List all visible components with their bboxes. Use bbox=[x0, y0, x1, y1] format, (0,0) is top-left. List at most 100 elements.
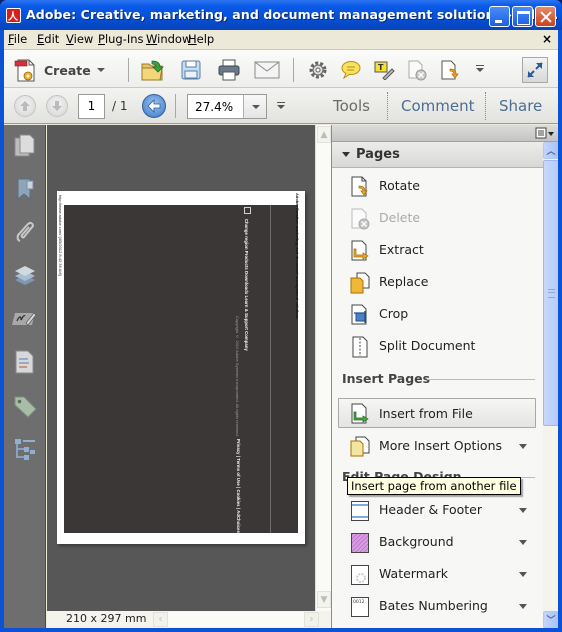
minimize-button[interactable] bbox=[489, 6, 510, 27]
more-navigation-icon[interactable] bbox=[277, 102, 285, 110]
window-title: Adobe: Creative, marketing, and document… bbox=[26, 7, 559, 22]
email-button[interactable] bbox=[254, 57, 280, 83]
tool-replace[interactable]: Replace bbox=[338, 268, 536, 296]
pages-section-header[interactable]: Pages bbox=[332, 142, 543, 168]
scroll-up-arrow[interactable]: ▲ bbox=[317, 126, 331, 143]
tool-crop[interactable]: Crop bbox=[338, 300, 536, 328]
rotate-pages-button[interactable] bbox=[437, 57, 463, 83]
menu-mnemonic: P bbox=[98, 32, 105, 46]
crop-icon bbox=[351, 304, 367, 325]
zoom-combobox[interactable]: 27.4% bbox=[187, 94, 267, 119]
close-button[interactable] bbox=[535, 6, 556, 27]
tool-extract[interactable]: Extract bbox=[338, 236, 536, 264]
menu-view[interactable]: View bbox=[66, 32, 93, 46]
menu-edit[interactable]: Edit bbox=[37, 32, 59, 46]
open-button[interactable] bbox=[140, 57, 166, 83]
typewriter-icon: T bbox=[374, 61, 395, 80]
more-insert-icon bbox=[350, 436, 370, 457]
chevron-down-icon[interactable] bbox=[519, 508, 527, 513]
go-back-view-button[interactable] bbox=[142, 94, 166, 118]
create-button[interactable]: Create bbox=[14, 56, 105, 84]
chevron-down-icon[interactable] bbox=[519, 540, 527, 545]
model-tree-icon bbox=[15, 439, 35, 460]
tool-more-insert-options[interactable]: More Insert Options bbox=[338, 432, 536, 460]
content-button[interactable] bbox=[12, 349, 38, 375]
zoom-dropdown-button[interactable] bbox=[243, 95, 266, 118]
previous-page-button[interactable] bbox=[14, 95, 36, 117]
menu-plug-ins[interactable]: Plug-Ins bbox=[98, 32, 144, 46]
comment-button[interactable] bbox=[338, 57, 364, 83]
scroll-thumb[interactable] bbox=[543, 160, 558, 426]
document-view[interactable]: http://www.adobe.com/ [4/5/2012 8:42:36 … bbox=[47, 125, 315, 611]
print-button[interactable] bbox=[216, 57, 242, 83]
tools-pane-scrollbar[interactable]: ︿ ﹀ bbox=[543, 142, 558, 628]
document-content-icon bbox=[15, 350, 34, 374]
save-button[interactable] bbox=[178, 57, 204, 83]
tool-background[interactable]: Background bbox=[338, 528, 536, 556]
navigation-toolbar: 1 / 1 27.4% Tools Comment Share bbox=[4, 88, 558, 124]
paperclip-icon bbox=[16, 221, 35, 242]
close-document-button[interactable]: × bbox=[542, 32, 552, 46]
bookmark-icon bbox=[17, 178, 34, 201]
menu-help[interactable]: Help bbox=[188, 32, 214, 46]
printer-icon bbox=[218, 59, 240, 81]
tools-pane: Pages Rotate Delete Extract Replace Crop… bbox=[331, 125, 558, 628]
pane-options-button[interactable] bbox=[535, 127, 555, 140]
scroll-down-arrow[interactable]: ▼ bbox=[317, 591, 331, 608]
tool-bates-numbering[interactable]: 0012 Bates Numbering bbox=[338, 592, 536, 620]
tab-tools[interactable]: Tools bbox=[333, 97, 370, 115]
pdf-page: http://www.adobe.com/ [4/5/2012 8:42:36 … bbox=[57, 191, 305, 544]
document-horizontal-scrollbar[interactable]: ‹ › bbox=[153, 612, 319, 627]
menu-mnemonic: V bbox=[66, 32, 74, 46]
tool-label: Replace bbox=[379, 274, 429, 289]
tags-button[interactable] bbox=[12, 393, 38, 419]
menu-file[interactable]: File bbox=[8, 32, 27, 46]
toolbar-divider bbox=[293, 58, 294, 82]
delete-pages-button[interactable] bbox=[404, 57, 430, 83]
typewriter-button[interactable]: T bbox=[371, 57, 397, 83]
menu-mnemonic: H bbox=[188, 32, 197, 46]
tool-label: Bates Numbering bbox=[379, 598, 488, 613]
chevron-down-icon[interactable] bbox=[519, 572, 527, 577]
title-bar[interactable]: Adobe: Creative, marketing, and document… bbox=[0, 0, 562, 30]
page-number-input[interactable]: 1 bbox=[78, 94, 105, 119]
tool-watermark[interactable]: Watermark bbox=[338, 560, 536, 588]
scroll-up-arrow[interactable]: ︿ bbox=[543, 142, 558, 159]
tool-delete[interactable]: Delete bbox=[338, 204, 536, 232]
tool-header-footer[interactable]: Header & Footer bbox=[338, 496, 536, 524]
menu-window[interactable]: Window bbox=[146, 32, 191, 46]
speech-bubble-icon bbox=[341, 61, 361, 80]
application-window: Adobe: Creative, marketing, and document… bbox=[0, 0, 562, 632]
more-tools-icon[interactable] bbox=[476, 65, 484, 73]
next-page-button[interactable] bbox=[46, 95, 68, 117]
navigation-pane bbox=[4, 125, 46, 628]
create-label: Create bbox=[44, 62, 91, 78]
zoom-value[interactable]: 27.4% bbox=[195, 100, 233, 114]
tab-share[interactable]: Share bbox=[499, 97, 542, 115]
tool-insert-from-file[interactable]: Insert from File bbox=[338, 398, 536, 428]
tool-rotate[interactable]: Rotate bbox=[338, 172, 536, 200]
chevron-down-icon[interactable] bbox=[519, 444, 527, 449]
page-thumbnails-button[interactable] bbox=[12, 133, 38, 159]
page-copyright: Copyright © 2012 Adobe Systems Incorpora… bbox=[235, 316, 240, 437]
model-tree-button[interactable] bbox=[12, 436, 38, 462]
tool-split-document[interactable]: Split Document bbox=[338, 332, 536, 360]
document-vertical-scrollbar[interactable]: ▲ ▼ bbox=[315, 125, 331, 611]
tab-comment[interactable]: Comment bbox=[401, 97, 475, 115]
maximize-button[interactable] bbox=[512, 6, 533, 27]
signatures-button[interactable] bbox=[12, 306, 38, 332]
scroll-left-arrow[interactable]: ‹ bbox=[153, 612, 168, 627]
menu-label: elp bbox=[196, 32, 215, 46]
scroll-right-arrow[interactable]: › bbox=[304, 612, 319, 627]
layers-button[interactable] bbox=[12, 263, 38, 289]
fullscreen-button[interactable] bbox=[522, 57, 548, 83]
bookmarks-button[interactable] bbox=[12, 176, 38, 202]
tag-icon bbox=[14, 396, 37, 418]
attachments-button[interactable] bbox=[12, 219, 38, 245]
scroll-down-arrow[interactable]: ﹀ bbox=[543, 611, 558, 628]
gear-icon bbox=[309, 61, 327, 79]
acrobat-app-icon[interactable] bbox=[6, 8, 21, 23]
chevron-down-icon[interactable] bbox=[519, 604, 527, 609]
settings-button[interactable] bbox=[305, 57, 331, 83]
bates-numbering-icon: 0012 bbox=[351, 597, 369, 617]
